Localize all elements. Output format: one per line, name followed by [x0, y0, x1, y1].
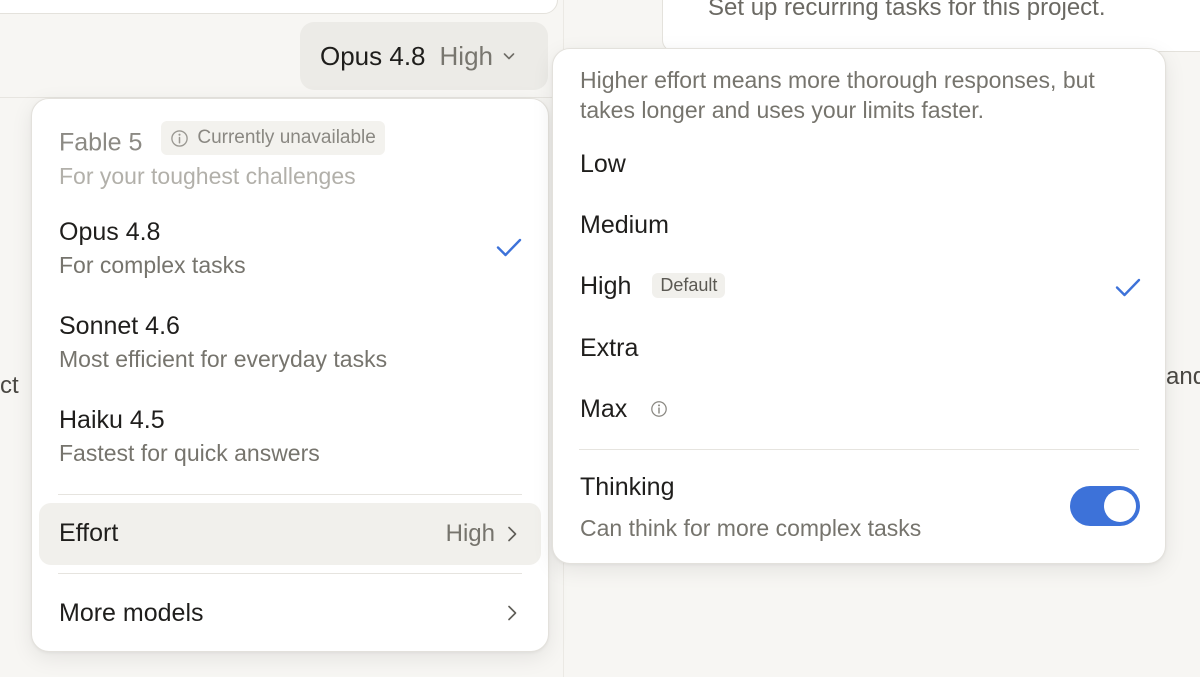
recurring-tasks-text: Set up recurring tasks for this project.	[708, 0, 1106, 21]
effort-option-label: High	[580, 272, 632, 300]
model-option-name: Sonnet 4.6	[59, 312, 180, 340]
effort-option-low[interactable]: Low	[580, 150, 626, 179]
more-models-label: More models	[59, 599, 204, 627]
unavailable-badge: Currently unavailable	[161, 121, 385, 155]
effort-option-label: Medium	[580, 211, 669, 239]
model-option-description: Most efficient for everyday tasks	[59, 346, 388, 372]
model-option-description: For complex tasks	[59, 252, 246, 278]
effort-label: Effort	[59, 519, 119, 547]
model-option-name: Fable 5	[59, 128, 143, 157]
thinking-title: Thinking	[580, 473, 675, 501]
effort-option-extra[interactable]: Extra	[580, 334, 638, 363]
check-icon	[1115, 278, 1141, 297]
model-option-opus-4-8[interactable]: Opus 4.8 For complex tasks	[59, 217, 529, 279]
chevron-right-icon	[508, 605, 517, 621]
more-models-menu-item[interactable]: More models	[39, 583, 541, 643]
menu-divider	[579, 449, 1139, 450]
model-option-haiku-4-5[interactable]: Haiku 4.5 Fastest for quick answers	[59, 405, 320, 467]
chevron-right-icon	[508, 526, 517, 542]
unavailable-badge-label: Currently unavailable	[197, 127, 376, 148]
menu-divider	[58, 494, 522, 495]
effort-menu-item[interactable]: Effort High	[39, 503, 541, 565]
model-option-name: Haiku 4.5	[59, 406, 165, 434]
model-option-description: Fastest for quick answers	[59, 440, 320, 466]
effort-option-high[interactable]: High Default	[580, 272, 726, 301]
info-icon[interactable]	[650, 400, 668, 418]
model-selector-model: Opus 4.8	[320, 40, 426, 71]
thinking-description: Can think for more complex tasks	[580, 515, 922, 541]
model-option-fable-5: Fable 5 Currently unavailable For your t…	[59, 121, 385, 190]
chevron-down-icon	[503, 53, 515, 60]
model-option-sonnet-4-6[interactable]: Sonnet 4.6 Most efficient for everyday t…	[59, 311, 387, 373]
model-selector-effort: High	[439, 40, 493, 71]
effort-option-medium[interactable]: Medium	[580, 211, 669, 240]
model-option-description: For your toughest challenges	[59, 162, 356, 189]
default-badge: Default	[652, 273, 726, 298]
thinking-toggle[interactable]	[1070, 486, 1140, 526]
model-option-name: Opus 4.8	[59, 218, 161, 246]
background-text-fragment-left: ct	[0, 372, 19, 399]
toggle-knob	[1104, 490, 1136, 522]
info-icon	[171, 129, 189, 147]
model-menu: Fable 5 Currently unavailable For your t…	[31, 98, 549, 652]
effort-option-label: Low	[580, 150, 626, 178]
effort-hint: Higher effort means more thorough respon…	[580, 67, 1095, 123]
background-text-fragment-right: and	[1166, 363, 1200, 390]
menu-divider	[58, 573, 522, 574]
check-icon	[496, 238, 522, 257]
effort-submenu: Higher effort means more thorough respon…	[552, 48, 1166, 564]
effort-option-max[interactable]: Max	[580, 395, 668, 424]
effort-option-label: Extra	[580, 334, 639, 362]
effort-option-label: Max	[580, 395, 628, 423]
effort-value: High	[445, 520, 495, 547]
model-selector-button[interactable]: Opus 4.8 High	[300, 22, 548, 90]
